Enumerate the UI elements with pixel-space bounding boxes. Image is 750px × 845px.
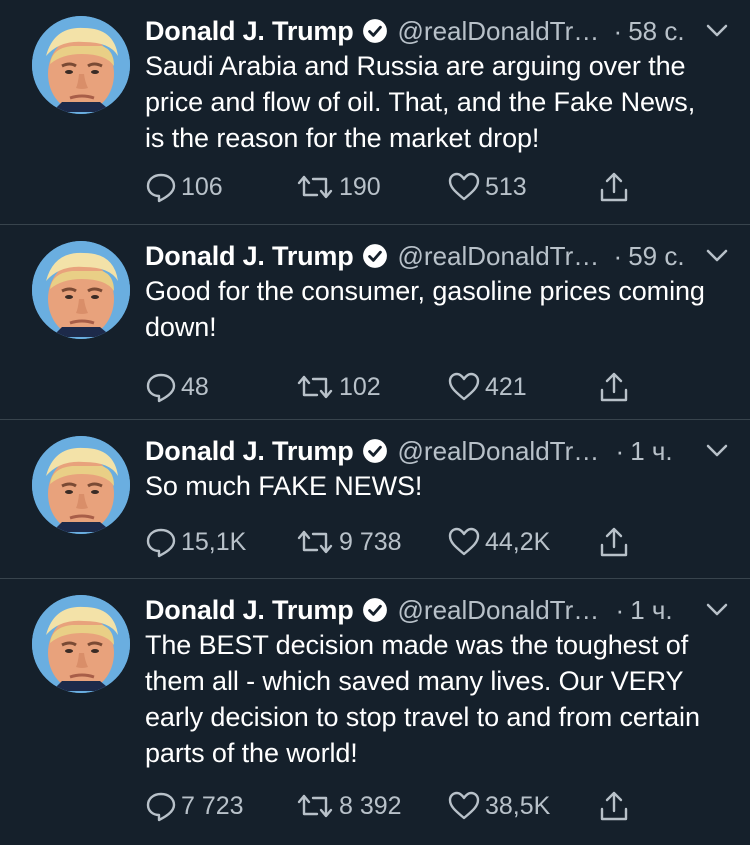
verified-badge-icon xyxy=(362,438,388,464)
tweet-time[interactable]: 1 ч. xyxy=(630,436,672,467)
share-icon xyxy=(600,527,628,557)
heart-icon xyxy=(448,372,480,401)
author-name[interactable]: Donald J. Trump xyxy=(145,16,354,47)
heart-icon xyxy=(448,172,480,201)
like-button[interactable]: 38,5K xyxy=(447,786,550,826)
author-name[interactable]: Donald J. Trump xyxy=(145,241,354,272)
share-icon xyxy=(600,372,628,402)
tweet-content: Donald J. Trump @realDonaldTrump · 59 с.… xyxy=(145,237,730,345)
reply-count: 48 xyxy=(181,372,209,401)
tweet-content: Donald J. Trump @realDonaldTrump · 58 с.… xyxy=(145,12,730,156)
chevron-down-icon[interactable] xyxy=(704,20,730,42)
reply-icon xyxy=(146,792,176,822)
reply-count: 106 xyxy=(181,172,223,201)
like-count: 38,5K xyxy=(485,791,551,820)
separator-dot: · xyxy=(615,435,625,466)
tweet-content: Donald J. Trump @realDonaldTrump · 1 ч. … xyxy=(145,591,730,771)
share-icon xyxy=(600,791,628,821)
tweet[interactable]: Donald J. Trump @realDonaldTrump · 1 ч. … xyxy=(0,420,750,579)
avatar[interactable] xyxy=(32,436,130,534)
tweet-actions: 106 190 513 xyxy=(145,167,645,207)
reply-icon xyxy=(146,528,176,558)
heart-icon xyxy=(448,527,480,556)
profile-photo xyxy=(32,16,130,114)
retweet-icon xyxy=(297,530,333,554)
reply-count: 15,1K xyxy=(181,527,247,556)
avatar[interactable] xyxy=(32,16,130,114)
reply-button[interactable]: 48 xyxy=(145,367,209,407)
share-button[interactable] xyxy=(597,522,631,562)
profile-photo xyxy=(32,595,130,693)
tweet-actions: 48 102 421 xyxy=(145,367,645,407)
share-button[interactable] xyxy=(597,786,631,826)
like-count: 44,2K xyxy=(485,527,551,556)
tweet[interactable]: Donald J. Trump @realDonaldTrump · 1 ч. … xyxy=(0,579,750,845)
retweet-button[interactable]: 9 738 xyxy=(295,522,402,562)
author-handle[interactable]: @realDonaldTrump xyxy=(398,241,606,272)
like-button[interactable]: 44,2K xyxy=(447,522,550,562)
share-icon xyxy=(600,172,628,202)
separator-dot: · xyxy=(613,15,623,46)
profile-photo xyxy=(32,436,130,534)
tweet[interactable]: Donald J. Trump @realDonaldTrump · 58 с.… xyxy=(0,0,750,225)
timeline-feed: Donald J. Trump @realDonaldTrump · 58 с.… xyxy=(0,0,750,845)
retweet-button[interactable]: 102 xyxy=(295,367,381,407)
tweet-header: Donald J. Trump @realDonaldTrump · 1 ч. xyxy=(145,591,730,629)
tweet-actions: 15,1K 9 738 44,2K xyxy=(145,522,645,562)
retweet-icon xyxy=(297,175,333,199)
tweet-content: Donald J. Trump @realDonaldTrump · 1 ч. … xyxy=(145,432,730,504)
reply-button[interactable]: 7 723 xyxy=(145,786,244,826)
separator-dot: · xyxy=(615,594,625,625)
share-button[interactable] xyxy=(597,367,631,407)
retweet-count: 102 xyxy=(339,372,381,401)
profile-photo xyxy=(32,241,130,339)
author-name[interactable]: Donald J. Trump xyxy=(145,436,354,467)
reply-count: 7 723 xyxy=(181,791,244,820)
like-button[interactable]: 421 xyxy=(447,367,527,407)
tweet-header: Donald J. Trump @realDonaldTrump · 59 с. xyxy=(145,237,730,275)
chevron-down-icon[interactable] xyxy=(704,440,730,462)
author-name[interactable]: Donald J. Trump xyxy=(145,595,354,626)
separator-dot: · xyxy=(613,240,623,271)
tweet-time[interactable]: 59 с. xyxy=(628,241,684,272)
tweet-actions: 7 723 8 392 38,5K xyxy=(145,786,645,826)
tweet-time[interactable]: 58 с. xyxy=(628,16,684,47)
retweet-icon xyxy=(297,375,333,399)
retweet-button[interactable]: 8 392 xyxy=(295,786,402,826)
tweet-text: Good for the consumer, gasoline prices c… xyxy=(145,276,705,342)
avatar[interactable] xyxy=(32,241,130,339)
tweet-header: Donald J. Trump @realDonaldTrump · 1 ч. xyxy=(145,432,730,470)
tweet-header: Donald J. Trump @realDonaldTrump · 58 с. xyxy=(145,12,730,50)
tweet-text: So much FAKE NEWS! xyxy=(145,471,423,501)
tweet-text: Saudi Arabia and Russia are arguing over… xyxy=(145,51,696,153)
tweet-time[interactable]: 1 ч. xyxy=(630,595,672,626)
reply-icon xyxy=(146,173,176,203)
retweet-button[interactable]: 190 xyxy=(295,167,381,207)
retweet-icon xyxy=(297,794,333,818)
chevron-down-icon[interactable] xyxy=(704,599,730,621)
retweet-count: 190 xyxy=(339,172,381,201)
author-handle[interactable]: @realDonaldTrump xyxy=(398,595,608,626)
avatar[interactable] xyxy=(32,595,130,693)
verified-badge-icon xyxy=(362,597,388,623)
retweet-count: 8 392 xyxy=(339,791,402,820)
like-count: 421 xyxy=(485,372,527,401)
reply-icon xyxy=(146,373,176,403)
tweet[interactable]: Donald J. Trump @realDonaldTrump · 59 с.… xyxy=(0,225,750,420)
share-button[interactable] xyxy=(597,167,631,207)
retweet-count: 9 738 xyxy=(339,527,402,556)
like-count: 513 xyxy=(485,172,527,201)
heart-icon xyxy=(448,791,480,820)
author-handle[interactable]: @realDonaldTrump xyxy=(398,436,608,467)
chevron-down-icon[interactable] xyxy=(704,245,730,267)
verified-badge-icon xyxy=(362,243,388,269)
like-button[interactable]: 513 xyxy=(447,167,527,207)
author-handle[interactable]: @realDonaldTrump xyxy=(398,16,606,47)
tweet-text: The BEST decision made was the toughest … xyxy=(145,630,700,768)
reply-button[interactable]: 15,1K xyxy=(145,522,246,562)
verified-badge-icon xyxy=(362,18,388,44)
reply-button[interactable]: 106 xyxy=(145,167,223,207)
